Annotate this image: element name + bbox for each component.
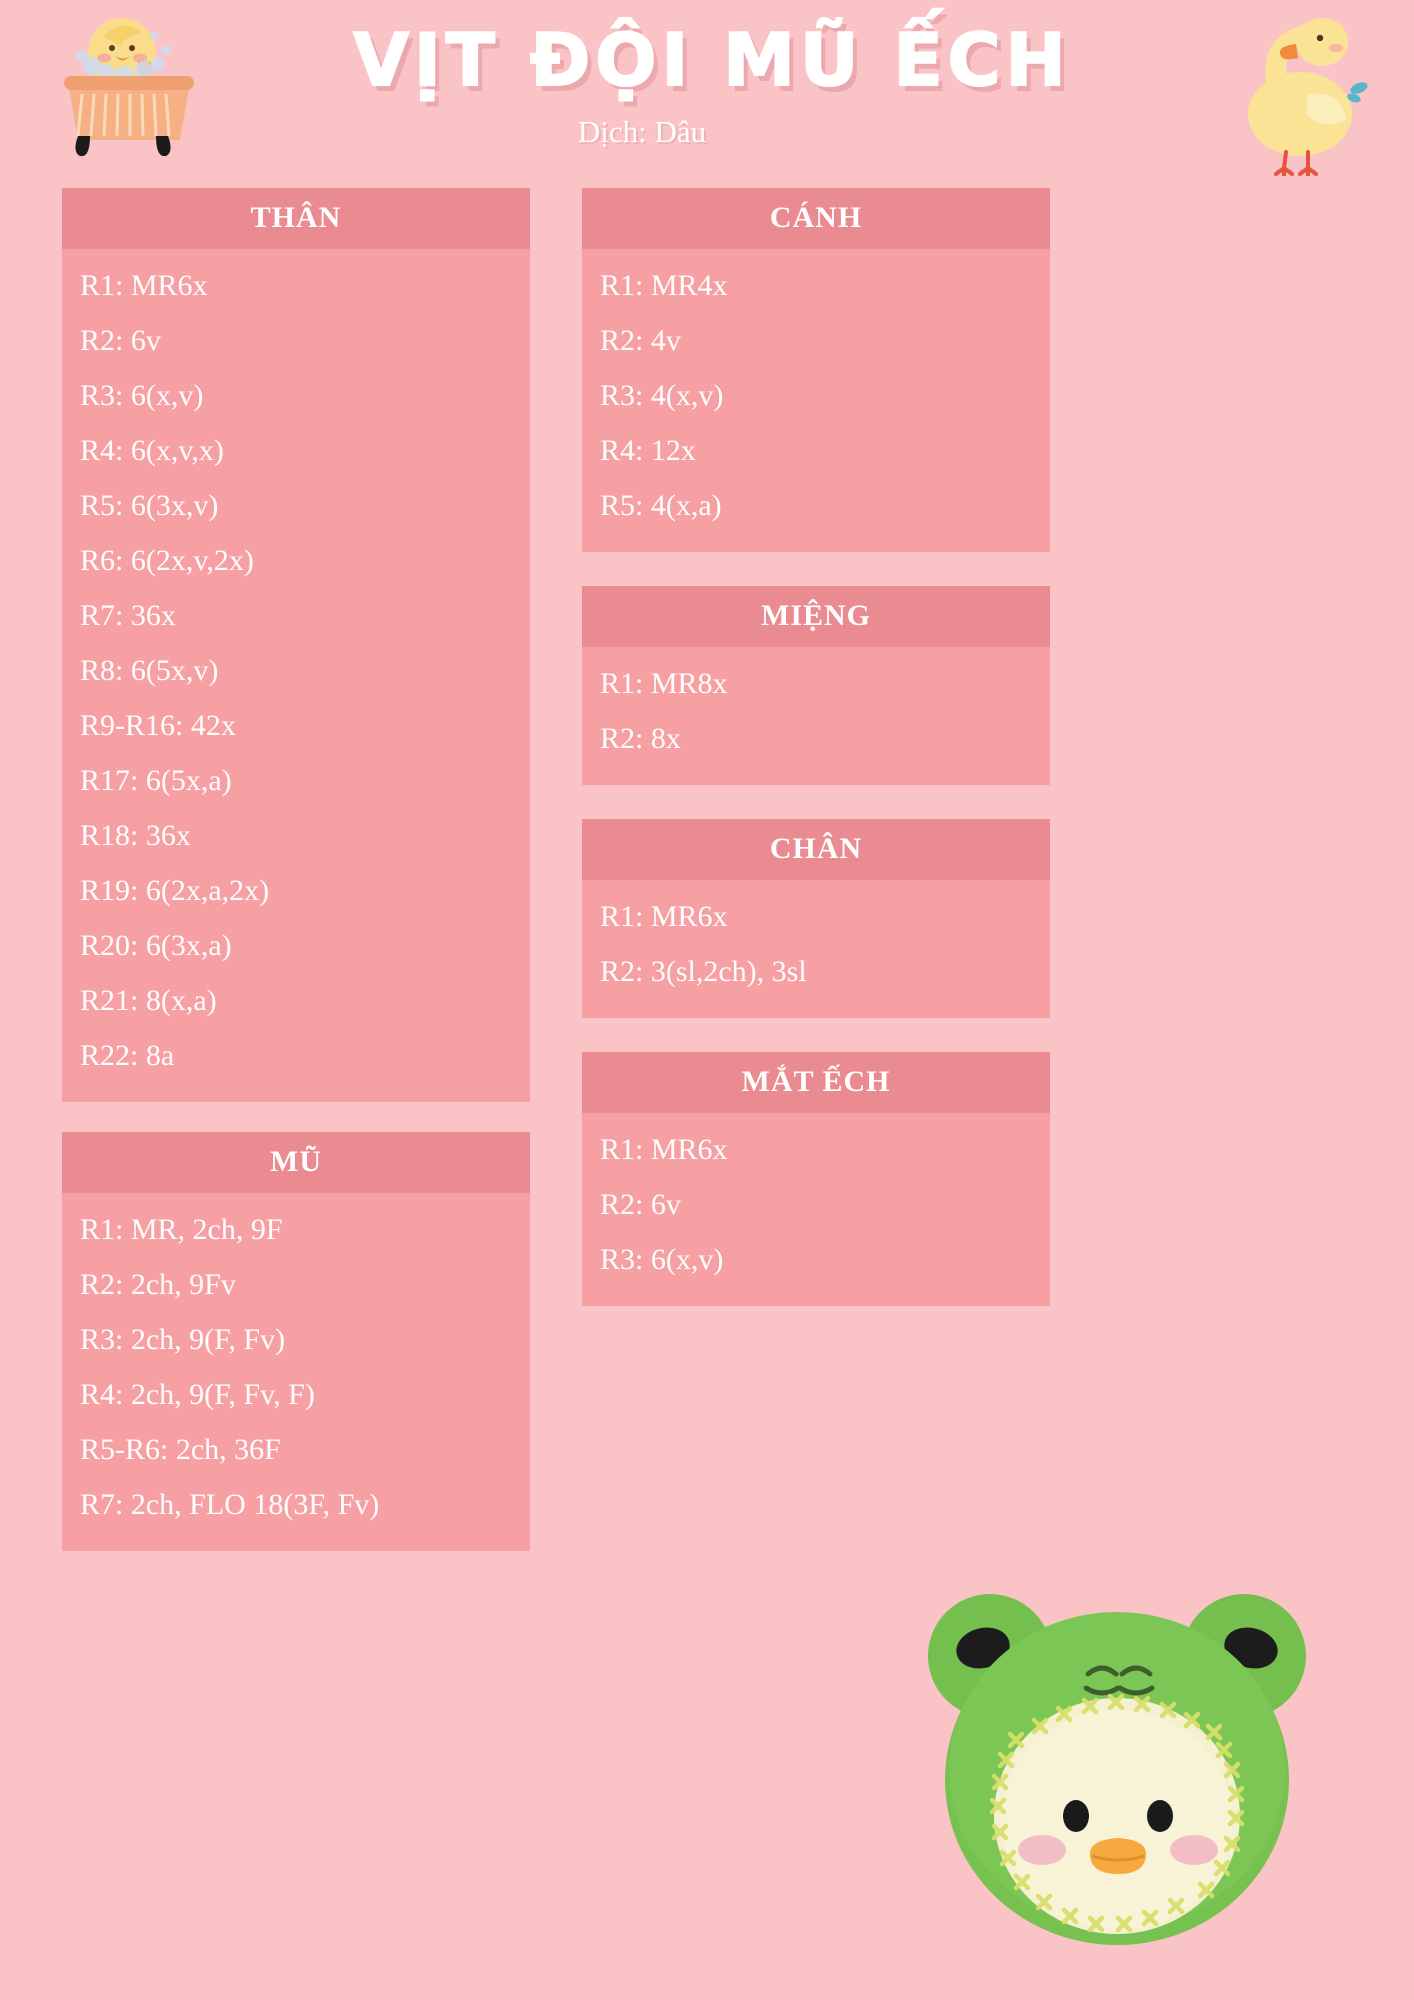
pattern-row: R3: 4(x,v) <box>600 379 724 412</box>
pattern-row: R3: 2ch, 9(F, Fv) <box>80 1323 286 1356</box>
section-body-canh: R1: MR4x R2: 4v R3: 4(x,v) R4: 12x R5: 4… <box>582 249 1050 552</box>
pattern-row: R2: 6v <box>80 324 161 357</box>
pattern-row: R2: 4v <box>600 324 681 357</box>
section-title-canh: CÁNH <box>582 188 1050 249</box>
section-mu: MŨ R1: MR, 2ch, 9F R2: 2ch, 9Fv R3: 2ch,… <box>62 1132 530 1551</box>
pattern-row: R5: 4(x,a) <box>600 489 722 522</box>
section-body-mieng: R1: MR8x R2: 8x <box>582 647 1050 785</box>
section-title-chan: CHÂN <box>582 819 1050 880</box>
right-column: CÁNH R1: MR4x R2: 4v R3: 4(x,v) R4: 12x … <box>582 188 1050 1579</box>
pattern-row: R22: 8a <box>80 1039 175 1072</box>
pattern-row: R2: 6v <box>600 1188 681 1221</box>
section-body-mat-ech: R1: MR6x R2: 6v R3: 6(x,v) <box>582 1113 1050 1306</box>
section-chan: CHÂN R1: MR6x R2: 3(sl,2ch), 3sl <box>582 819 1050 1018</box>
pattern-row: R1: MR6x <box>600 900 728 933</box>
pattern-row: R2: 3(sl,2ch), 3sl <box>600 955 807 988</box>
section-body-chan: R1: MR6x R2: 3(sl,2ch), 3sl <box>582 880 1050 1018</box>
section-than: THÂN R1: MR6x R2: 6v R3: 6(x,v) R4: 6(x,… <box>62 188 530 1102</box>
pattern-row: R1: MR6x <box>80 269 208 302</box>
section-title-mat-ech: MẮT ẾCH <box>582 1052 1050 1113</box>
section-title-mieng: MIỆNG <box>582 586 1050 647</box>
pattern-row: R9-R16: 42x <box>80 709 236 742</box>
pattern-columns: THÂN R1: MR6x R2: 6v R3: 6(x,v) R4: 6(x,… <box>0 188 1414 1579</box>
pattern-row: R20: 6(3x,a) <box>80 929 232 962</box>
section-mieng: MIỆNG R1: MR8x R2: 8x <box>582 586 1050 785</box>
page-header: VỊT ĐỘI MŨ ẾCH Dịch: Dâu <box>0 0 1414 178</box>
pattern-row: R4: 2ch, 9(F, Fv, F) <box>80 1378 315 1411</box>
pattern-row: R19: 6(2x,a,2x) <box>80 874 270 907</box>
pattern-row: R3: 6(x,v) <box>80 379 204 412</box>
section-mat-ech: MẮT ẾCH R1: MR6x R2: 6v R3: 6(x,v) <box>582 1052 1050 1306</box>
pattern-row: R21: 8(x,a) <box>80 984 217 1017</box>
section-body-than: R1: MR6x R2: 6v R3: 6(x,v) R4: 6(x,v,x) … <box>62 249 530 1102</box>
pattern-row: R5-R6: 2ch, 36F <box>80 1433 281 1466</box>
pattern-row: R18: 36x <box>80 819 191 852</box>
pattern-row: R8: 6(5x,v) <box>80 654 219 687</box>
pattern-row: R3: 6(x,v) <box>600 1243 724 1276</box>
pattern-row: R1: MR8x <box>600 667 728 700</box>
pattern-row: R5: 6(3x,v) <box>80 489 219 522</box>
section-body-mu: R1: MR, 2ch, 9F R2: 2ch, 9Fv R3: 2ch, 9(… <box>62 1193 530 1551</box>
pattern-row: R4: 6(x,v,x) <box>80 434 224 467</box>
section-title-than: THÂN <box>62 188 530 249</box>
pattern-row: R7: 36x <box>80 599 176 632</box>
pattern-row: R7: 2ch, FLO 18(3F, Fv) <box>80 1488 380 1521</box>
pattern-row: R2: 2ch, 9Fv <box>80 1268 236 1301</box>
pattern-row: R6: 6(2x,v,2x) <box>80 544 254 577</box>
section-canh: CÁNH R1: MR4x R2: 4v R3: 4(x,v) R4: 12x … <box>582 188 1050 552</box>
pattern-row: R1: MR6x <box>600 1133 728 1166</box>
left-column: THÂN R1: MR6x R2: 6v R3: 6(x,v) R4: 6(x,… <box>62 188 530 1579</box>
pattern-row: R1: MR, 2ch, 9F <box>80 1213 283 1246</box>
pattern-row: R1: MR4x <box>600 269 728 302</box>
pattern-row: R4: 12x <box>600 434 696 467</box>
pattern-row: R2: 8x <box>600 722 681 755</box>
pattern-row: R17: 6(5x,a) <box>80 764 232 797</box>
section-title-mu: MŨ <box>62 1132 530 1193</box>
translator-credit: Dịch: Dâu <box>577 114 707 149</box>
duck-frog-hat-photo <box>882 1548 1352 1978</box>
standing-duck-illustration <box>1204 6 1394 177</box>
